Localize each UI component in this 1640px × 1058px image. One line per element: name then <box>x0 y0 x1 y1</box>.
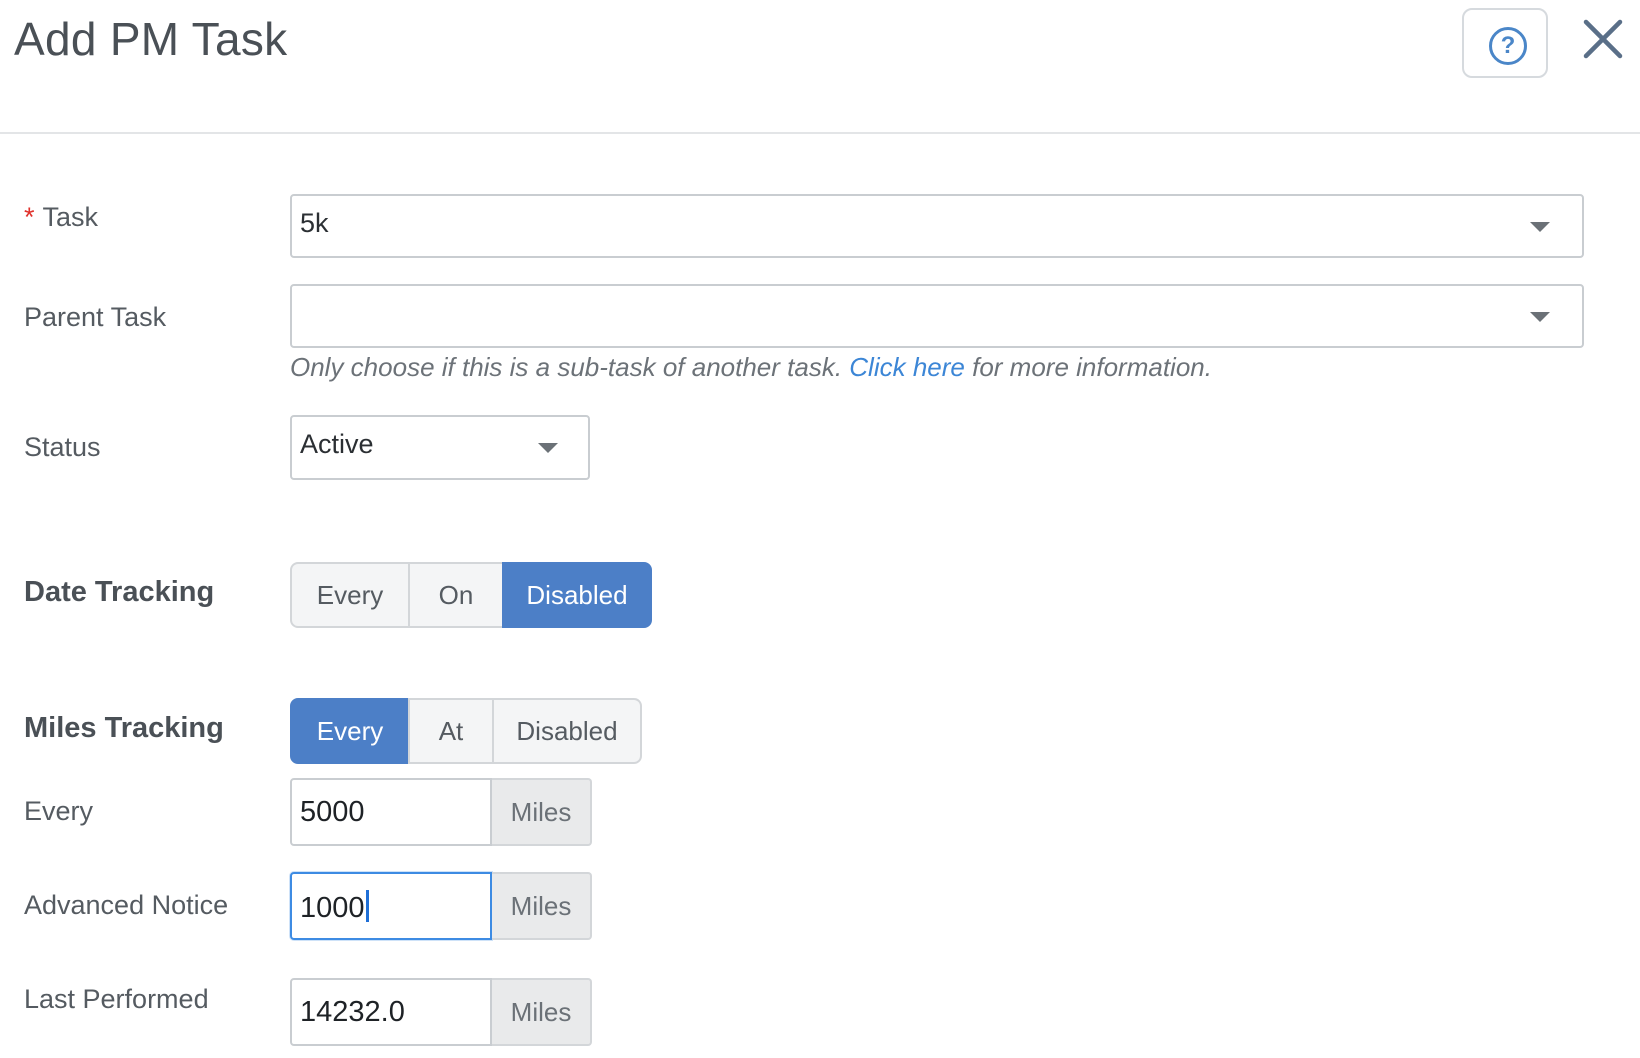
date-tracking-on-button[interactable]: On <box>408 562 504 628</box>
question-circle-icon: ? <box>1489 27 1527 65</box>
date-tracking-disabled-button[interactable]: Disabled <box>502 562 652 628</box>
chevron-down-icon <box>1530 222 1550 232</box>
every-label: Every <box>24 796 94 826</box>
miles-tracking-disabled-button[interactable]: Disabled <box>492 698 642 764</box>
advanced-notice-input[interactable]: 1000 <box>290 872 492 940</box>
chevron-down-icon <box>1530 312 1550 322</box>
task-label-text: Task <box>42 202 99 232</box>
hint-text-before: Only choose if this is a sub-task of ano… <box>290 352 843 382</box>
chevron-down-icon <box>538 443 558 453</box>
text-cursor <box>365 890 369 922</box>
help-button[interactable]: ? <box>1462 8 1548 78</box>
advanced-notice-input-group: 1000 Miles <box>290 872 592 940</box>
advanced-notice-label: Advanced Notice <box>24 890 229 920</box>
miles-tracking-label: Miles Tracking <box>24 712 224 744</box>
date-tracking-toggle: Every On Disabled <box>290 562 652 628</box>
parent-task-select[interactable] <box>290 284 1584 348</box>
miles-tracking-toggle: Every At Disabled <box>290 698 642 764</box>
last-performed-input-group: 14232.0 Miles <box>290 978 592 1046</box>
dialog-title: Add PM Task <box>14 13 288 65</box>
parent-task-hint: Only choose if this is a sub-task of ano… <box>290 352 1212 383</box>
every-input-group: 5000 Miles <box>290 778 592 846</box>
task-select-value: 5k <box>300 208 329 238</box>
advanced-notice-value: 1000 <box>300 892 365 924</box>
parent-task-label: Parent Task <box>24 302 167 332</box>
last-performed-unit-addon: Miles <box>492 978 592 1046</box>
every-input[interactable]: 5000 <box>290 778 492 846</box>
last-performed-label: Last Performed <box>24 984 209 1014</box>
status-select-value: Active <box>300 429 374 459</box>
miles-tracking-at-button[interactable]: At <box>408 698 494 764</box>
dialog-header: Add PM Task ? <box>0 0 1640 134</box>
last-performed-input[interactable]: 14232.0 <box>290 978 492 1046</box>
status-select[interactable]: Active <box>290 415 590 480</box>
date-tracking-label: Date Tracking <box>24 576 215 608</box>
status-label: Status <box>24 432 101 462</box>
advanced-notice-unit-addon: Miles <box>492 872 592 940</box>
close-button[interactable] <box>1582 18 1624 60</box>
date-tracking-every-button[interactable]: Every <box>290 562 410 628</box>
miles-tracking-every-button[interactable]: Every <box>290 698 410 764</box>
hint-text-after: for more information. <box>972 352 1212 382</box>
required-asterisk: * <box>24 202 35 232</box>
task-label: * Task <box>24 202 98 233</box>
hint-link[interactable]: Click here <box>849 352 965 382</box>
close-x-icon <box>1583 19 1623 59</box>
every-unit-addon: Miles <box>492 778 592 846</box>
task-select[interactable]: 5k <box>290 194 1584 258</box>
